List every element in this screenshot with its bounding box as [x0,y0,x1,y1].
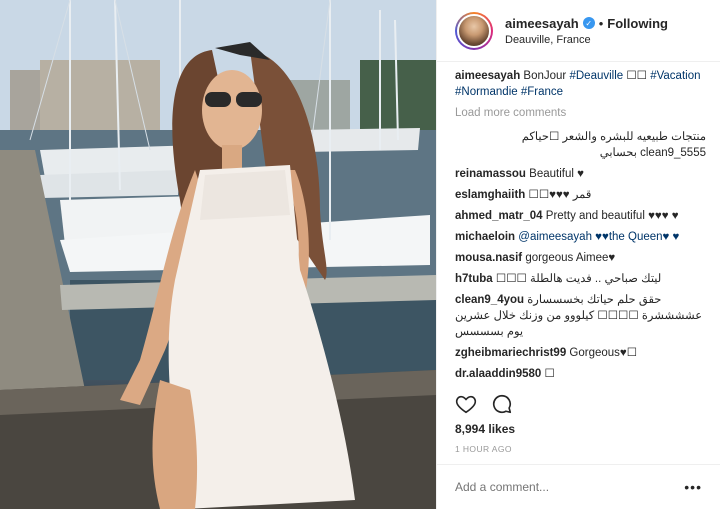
comment-username[interactable]: zgheibmariechrist99 [455,347,566,359]
comment-text: ☐☐☐ ليتك صباحي .. فديت هالطلة [495,273,662,285]
header-meta: aimeesayah ✓ • Following Deauville, Fran… [505,16,668,46]
comment-text: @aimeesayah ♥♥the Queen♥ ♥ [518,231,680,243]
heart-icon[interactable] [455,393,477,420]
comment-username[interactable]: clean9_4you [455,294,524,306]
comment-item: reinamassou Beautiful ♥ [455,166,706,182]
post-photo[interactable] [0,0,436,509]
action-bar [455,393,513,420]
comment-item: zgheibmariechrist99 Gorgeous♥☐ [455,345,706,361]
comment-item: منتجات طبيعيه للبشره والشعر ☐حياكم clean… [455,129,706,161]
caption-username[interactable]: aimeesayah [455,70,520,82]
post-sidebar: aimeesayah ✓ • Following Deauville, Fran… [436,0,720,509]
hashtag-link[interactable]: #Deauville [569,70,623,82]
location-link[interactable]: Deauville, France [505,34,668,46]
comment-item: h7tuba ☐☐☐ ليتك صباحي .. فديت هالطلة [455,271,706,287]
comments-list[interactable]: aimeesayah BonJour #Deauville ☐☐ #Vacati… [455,68,706,382]
comment-item: eslamghaiith ☐☐♥♥♥ قمر [455,187,706,203]
comment-username[interactable]: eslamghaiith [455,189,525,201]
avatar[interactable] [455,11,493,50]
verified-badge-icon: ✓ [582,17,595,29]
instagram-post: aimeesayah ✓ • Following Deauville, Fran… [0,0,720,509]
username-link[interactable]: aimeesayah [505,16,579,31]
header-row: aimeesayah ✓ • Following [505,16,668,31]
comment-username[interactable]: ahmed_matr_04 [455,210,543,222]
comment-input[interactable] [455,480,685,494]
more-options-icon[interactable]: ••• [684,479,702,495]
hashtag-link[interactable]: #France [521,86,563,98]
comment-username[interactable]: dr.alaaddin9580 [455,368,541,380]
post-timestamp[interactable]: 1 HOUR AGO [455,444,512,454]
comment-text: Pretty and beautiful ♥♥♥ ♥ [545,210,679,222]
caption-emoji: ☐☐ [626,70,647,82]
following-button[interactable]: Following [607,16,668,31]
separator-dot: • [598,15,604,31]
comment-text: ☐☐♥♥♥ قمر [528,189,592,201]
comment-username[interactable]: reinamassou [455,168,526,180]
comment-item: dr.alaaddin9580 ☐ [455,366,706,382]
comment-item: michaeloin @aimeesayah ♥♥the Queen♥ ♥ [455,229,706,245]
comment-text: ☐ [544,368,555,380]
add-comment-bar: ••• [437,464,720,509]
comment-item: ahmed_matr_04 Pretty and beautiful ♥♥♥ ♥ [455,208,706,224]
comment-text: Beautiful ♥ [529,168,584,180]
avatar-image [457,13,491,48]
comment-bubble-icon[interactable] [491,393,513,420]
comment-text: Gorgeous♥☐ [569,347,638,359]
load-more-comments-link[interactable]: Load more comments [455,105,706,121]
harbor-photo-illustration [0,0,436,509]
hashtag-link[interactable]: #Vacation [650,70,700,82]
comment-text: منتجات طبيعيه للبشره والشعر ☐حياكم clean… [521,131,706,159]
hashtag-link[interactable]: #Normandie [455,86,518,98]
likes-count[interactable]: 8,994 likes [455,422,515,436]
comment-item: mousa.nasif gorgeous Aimee♥ [455,250,706,266]
comment-text: gorgeous Aimee♥ [525,252,616,264]
post-header: aimeesayah ✓ • Following Deauville, Fran… [437,0,720,62]
caption-text: BonJour [523,70,567,82]
comment-username[interactable]: mousa.nasif [455,252,522,264]
comment-username[interactable]: michaeloin [455,231,515,243]
comment-username[interactable]: h7tuba [455,273,493,285]
caption: aimeesayah BonJour #Deauville ☐☐ #Vacati… [455,68,706,100]
comment-item: clean9_4you حقق حلم حياتك بخسسسارة عشششش… [455,292,706,340]
